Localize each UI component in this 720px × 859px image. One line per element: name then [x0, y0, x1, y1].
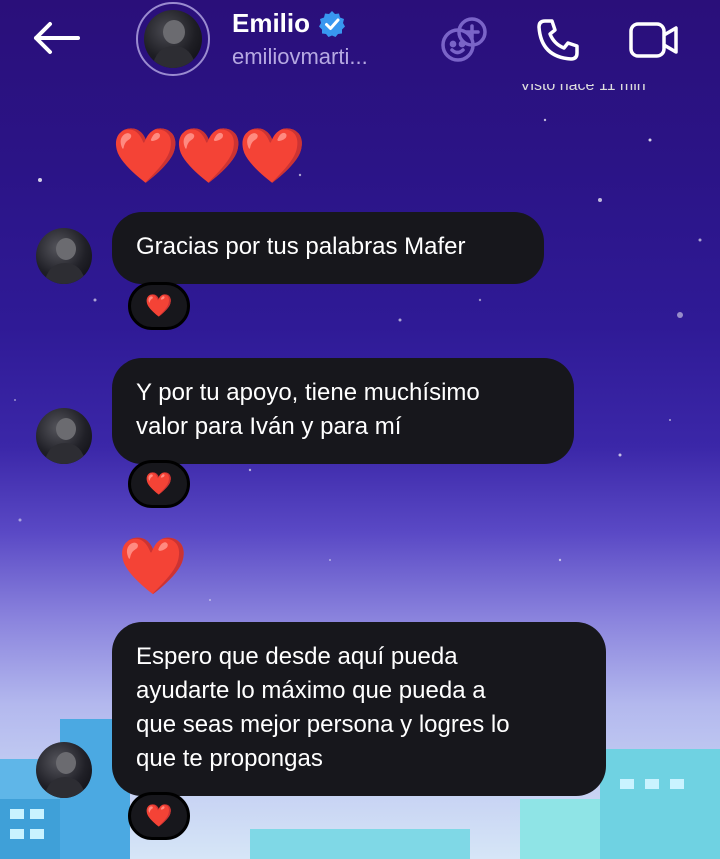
back-arrow-icon[interactable] [28, 18, 84, 58]
moon-icon [366, 472, 454, 557]
message-text-line: valor para Iván y para mí [136, 413, 402, 440]
message-text-line: Espero que desde aquí pueda [136, 643, 458, 670]
chat-header: Emilio emiliovmarti... [0, 0, 720, 82]
heart-reaction[interactable]: ❤️ [128, 792, 190, 840]
message-text-line: ayudarte lo máximo que pueda a [136, 677, 486, 704]
message-bubble[interactable]: Espero que desde aquí pueda ayudarte lo … [112, 622, 606, 796]
sender-avatar[interactable] [36, 228, 92, 284]
contact-name-text: Emilio [232, 8, 311, 38]
add-people-icon[interactable] [438, 14, 490, 66]
message-bubble[interactable]: Gracias por tus palabras Mafer [112, 212, 544, 284]
emoji-message[interactable]: ❤️ [118, 536, 188, 596]
emoji-message[interactable]: ❤️❤️❤️ [112, 126, 306, 186]
verified-badge-icon [319, 10, 346, 37]
sender-avatar[interactable] [36, 742, 92, 798]
message-text: Gracias por tus palabras Mafer [136, 233, 466, 260]
message-text-line: que te propongas [136, 745, 323, 772]
message-text-line: Y por tu apoyo, tiene muchísimo [136, 379, 480, 406]
contact-avatar[interactable] [136, 2, 210, 76]
phone-icon[interactable] [532, 14, 584, 66]
seen-status: Visto hace 11 min [520, 84, 646, 94]
video-call-icon[interactable] [628, 14, 680, 66]
message-text-line: que seas mejor persona y logres lo [136, 711, 510, 738]
sender-avatar[interactable] [36, 408, 92, 464]
message-bubble[interactable]: Y por tu apoyo, tiene muchísimo valor pa… [112, 358, 574, 464]
contact-handle[interactable]: emiliovmarti... [232, 44, 368, 70]
heart-reaction[interactable]: ❤️ [128, 282, 190, 330]
contact-name[interactable]: Emilio [232, 8, 346, 39]
heart-reaction[interactable]: ❤️ [128, 460, 190, 508]
